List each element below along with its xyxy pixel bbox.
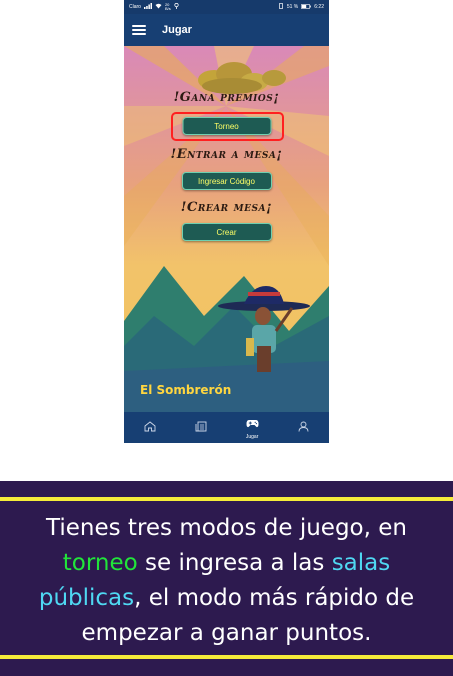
caption-part1: Tienes tres modos de juego, en xyxy=(46,515,407,541)
location-icon xyxy=(174,2,179,11)
brand-logo-text: El Sombrerón xyxy=(140,383,232,397)
phone-screenshot: Claro 20 B/s 51 % 6:22 Jugar !Gana premi… xyxy=(124,0,329,443)
nav-play-label: Jugar xyxy=(245,434,259,440)
nav-news[interactable] xyxy=(186,419,216,437)
battery-percent: 51 % xyxy=(286,4,299,10)
profile-icon xyxy=(298,419,309,437)
battery-icon xyxy=(301,3,312,11)
enter-code-button[interactable]: Ingresar Código xyxy=(181,172,272,190)
create-table-button[interactable]: Crear xyxy=(181,223,272,241)
speed-unit: B/s xyxy=(164,6,171,11)
nav-home[interactable] xyxy=(135,419,165,437)
caption-top-divider xyxy=(0,497,453,501)
caption-text: Tienes tres modos de juego, en torneo se… xyxy=(12,511,441,651)
signal-icon xyxy=(143,3,152,11)
nav-profile[interactable] xyxy=(288,419,318,437)
app-bar: Jugar xyxy=(124,14,329,46)
wifi-icon xyxy=(155,3,162,11)
caption-part2: se ingresa a las xyxy=(137,550,332,576)
nav-play[interactable]: Jugar xyxy=(237,415,267,440)
page-title: Jugar xyxy=(162,24,192,36)
bottom-navigation: Jugar xyxy=(124,412,329,443)
clock: 6:22 xyxy=(314,4,324,10)
home-icon xyxy=(144,419,156,437)
caption-highlight-torneo: torneo xyxy=(62,550,138,576)
game-menu-area: !Gana premios¡ Torneo !Entrar a mesa¡ In… xyxy=(124,46,329,412)
gamepad-icon xyxy=(246,415,259,433)
news-icon xyxy=(195,419,207,437)
heading-win-prizes: !Gana premios¡ xyxy=(173,90,280,105)
vibrate-icon xyxy=(278,3,284,11)
carrier-label: Claro xyxy=(129,4,141,10)
status-bar: Claro 20 B/s 51 % 6:22 xyxy=(124,0,329,14)
heading-enter-table: !Entrar a mesa¡ xyxy=(170,147,283,162)
caption-panel: Tienes tres modos de juego, en torneo se… xyxy=(0,481,453,676)
tournament-button[interactable]: Torneo xyxy=(182,117,271,135)
hamburger-menu-icon[interactable] xyxy=(132,25,146,35)
heading-create-table: !Crear mesa¡ xyxy=(180,200,273,215)
caption-bottom-divider xyxy=(0,655,453,659)
